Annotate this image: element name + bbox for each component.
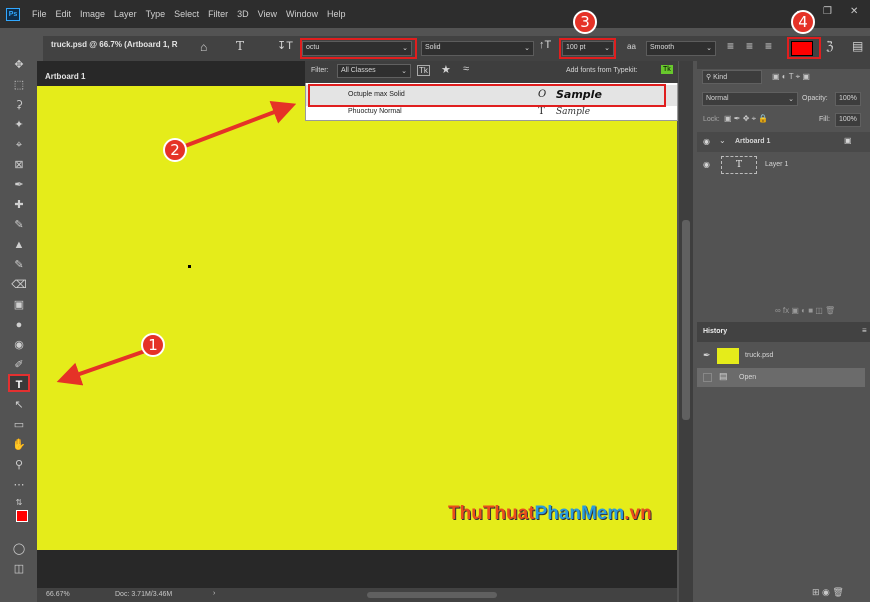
step-badge-1: 1 bbox=[141, 333, 165, 357]
step-badge-2: 2 bbox=[163, 138, 187, 162]
arrow-to-font-list bbox=[184, 101, 297, 148]
arrow-to-type-tool bbox=[56, 348, 149, 386]
step-badge-3: 3 bbox=[573, 10, 597, 34]
step-badge-4: 4 bbox=[791, 10, 815, 34]
annotation-arrows bbox=[56, 101, 297, 386]
